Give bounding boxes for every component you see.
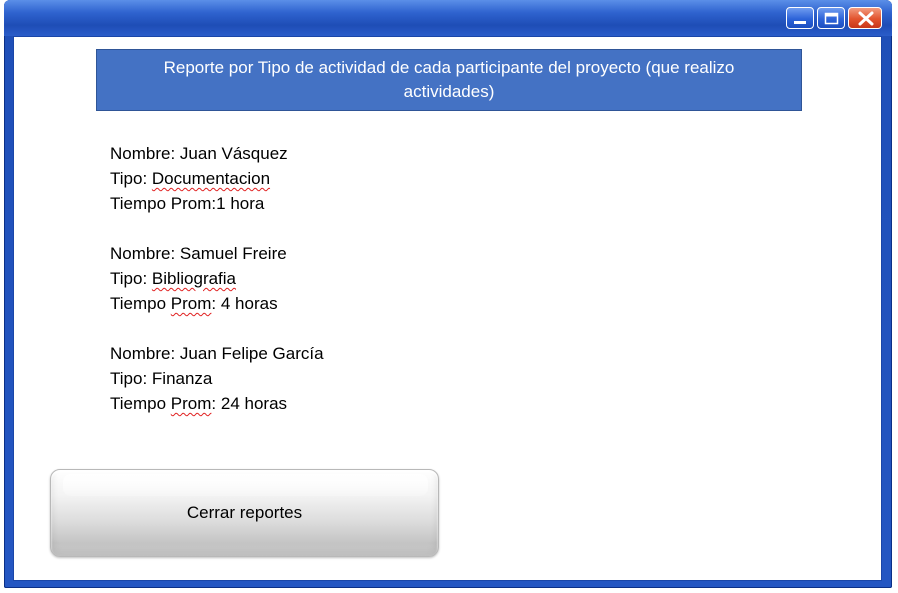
nombre-label: Nombre: <box>110 144 176 163</box>
record-nombre: Nombre: Samuel Freire <box>110 241 710 266</box>
window-content: Reporte por Tipo de actividad de cada pa… <box>13 36 882 581</box>
record-tipo: Tipo: Finanza <box>110 366 710 391</box>
tipo-label: Tipo: <box>110 269 148 288</box>
tiempo-label: Tiempo <box>110 294 167 313</box>
tipo-value: Documentacion <box>151 169 271 188</box>
record-tipo: Tipo: Documentacion <box>110 166 710 191</box>
record-nombre: Nombre: Juan Felipe García <box>110 341 710 366</box>
participant-record: Nombre: Samuel Freire Tipo: Bibliografia… <box>110 241 710 316</box>
minimize-icon <box>794 21 806 24</box>
tiempo-value: :1 hora <box>211 194 265 213</box>
prom-label: Prom <box>170 194 212 213</box>
prom-label: Prom <box>170 394 212 413</box>
record-tiempo: Tiempo Prom: 4 horas <box>110 291 710 316</box>
tiempo-label: Tiempo <box>110 194 167 213</box>
participant-record: Nombre: Juan Felipe García Tipo: Finanza… <box>110 341 710 416</box>
tiempo-value: : 24 horas <box>211 394 288 413</box>
record-tipo: Tipo: Bibliografia <box>110 266 710 291</box>
minimize-button[interactable] <box>786 7 814 29</box>
tipo-label: Tipo: <box>110 169 148 188</box>
button-gloss <box>63 474 428 496</box>
nombre-value: Juan Vásquez <box>179 144 288 163</box>
tiempo-value: : 4 horas <box>211 294 278 313</box>
record-tiempo: Tiempo Prom:1 hora <box>110 191 710 216</box>
report-title-text: Reporte por Tipo de actividad de cada pa… <box>163 58 735 101</box>
tipo-value: Finanza <box>151 369 213 388</box>
title-bar[interactable] <box>4 0 892 36</box>
participant-record: Nombre: Juan Vásquez Tipo: Documentacion… <box>110 141 710 216</box>
nombre-value: Juan Felipe García <box>179 344 324 363</box>
tipo-value: Bibliografia <box>151 269 237 288</box>
app-window: Reporte por Tipo de actividad de cada pa… <box>4 0 892 588</box>
maximize-button[interactable] <box>817 7 845 29</box>
record-nombre: Nombre: Juan Vásquez <box>110 141 710 166</box>
close-reports-button[interactable]: Cerrar reportes <box>50 469 439 557</box>
prom-label: Prom <box>170 294 212 313</box>
close-window-button[interactable] <box>848 7 882 29</box>
tiempo-label: Tiempo <box>110 394 167 413</box>
close-icon <box>858 11 874 26</box>
window-controls <box>786 7 882 29</box>
nombre-value: Samuel Freire <box>179 244 287 263</box>
nombre-label: Nombre: <box>110 244 176 263</box>
participant-records: Nombre: Juan Vásquez Tipo: Documentacion… <box>110 141 710 441</box>
tipo-label: Tipo: <box>110 369 148 388</box>
report-title: Reporte por Tipo de actividad de cada pa… <box>96 49 802 111</box>
close-reports-label: Cerrar reportes <box>186 503 303 522</box>
record-tiempo: Tiempo Prom: 24 horas <box>110 391 710 416</box>
nombre-label: Nombre: <box>110 344 176 363</box>
maximize-icon <box>824 12 839 25</box>
